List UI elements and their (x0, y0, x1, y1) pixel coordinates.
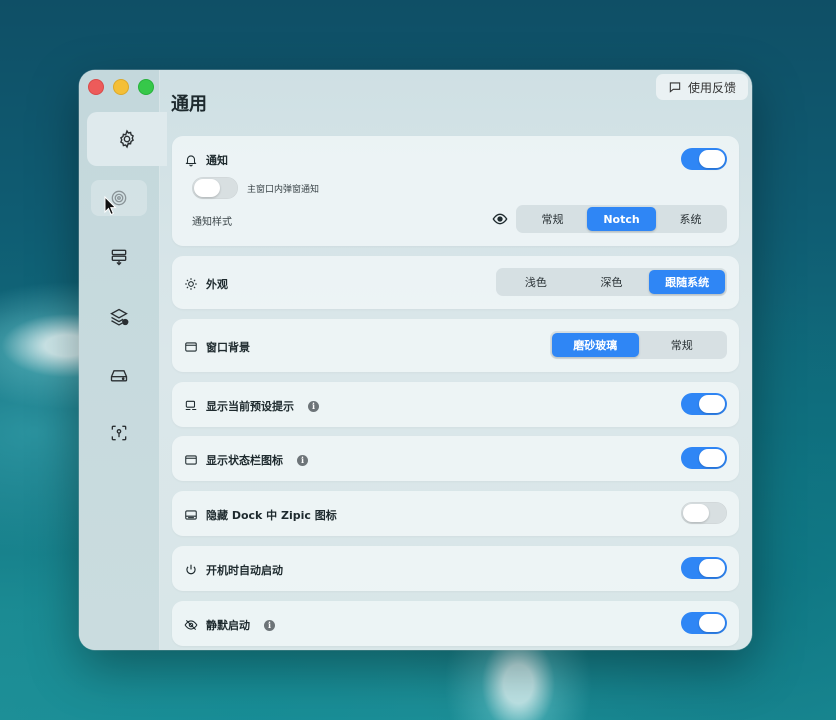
silent-launch-label: 静默启动 (206, 619, 250, 632)
main-content: 通用 使用反馈 通知 主窗口内弹窗通知 通知样式 常规 Notch 系统 外观 … (159, 70, 752, 650)
power-icon (186, 564, 196, 575)
window-background-normal[interactable]: 常规 (639, 333, 726, 357)
window-background-segmented: 磨砂玻璃 常规 (550, 331, 727, 359)
stack-download-icon (111, 249, 127, 266)
notifications-card: 通知 主窗口内弹窗通知 通知样式 常规 Notch 系统 (172, 136, 739, 246)
window-background-card: 窗口背景 磨砂玻璃 常规 (172, 319, 739, 372)
sun-icon (185, 278, 197, 290)
appearance-segmented: 浅色 深色 跟随系统 (496, 268, 727, 296)
info-icon[interactable]: i (308, 400, 319, 412)
show-statusbar-icon-row-title: 显示状态栏图标 i (184, 452, 308, 468)
appearance-dark[interactable]: 深色 (574, 270, 650, 294)
appearance-system[interactable]: 跟随系统 (649, 270, 726, 294)
window-background-frosted[interactable]: 磨砂玻璃 (552, 333, 639, 357)
window-background-row-title: 窗口背景 (184, 339, 250, 355)
show-statusbar-icon-toggle[interactable] (681, 447, 727, 469)
notifications-row-title: 通知 (184, 152, 228, 168)
launch-at-login-label: 开机时自动启动 (206, 564, 283, 577)
scan-icon (111, 425, 127, 441)
sidebar-item-storage[interactable] (87, 348, 151, 402)
silent-launch-toggle[interactable] (681, 612, 727, 634)
chat-bubble-icon (669, 82, 681, 93)
show-preset-hint-card: 显示当前预设提示 i (172, 382, 739, 427)
hide-dock-icon-toggle[interactable] (681, 502, 727, 524)
dock-icon (185, 510, 197, 520)
zoom-window-button[interactable] (138, 79, 154, 95)
hide-dock-icon-row-title: 隐藏 Dock 中 Zipic 图标 (184, 507, 337, 523)
notification-style-segmented: 常规 Notch 系统 (516, 205, 727, 233)
layers-icon (110, 308, 129, 326)
show-preset-hint-row-title: 显示当前预设提示 i (184, 398, 319, 414)
main-window-popup-toggle[interactable] (192, 177, 238, 199)
silent-launch-card: 静默启动 i (172, 601, 739, 646)
hide-dock-icon-card: 隐藏 Dock 中 Zipic 图标 (172, 491, 739, 536)
sidebar-item-layers[interactable] (87, 290, 151, 344)
notifications-label: 通知 (206, 154, 228, 167)
notification-style-system[interactable]: 系统 (656, 207, 725, 231)
sidebar-item-compression[interactable] (91, 180, 147, 216)
monitor-icon (185, 400, 197, 411)
feedback-label: 使用反馈 (687, 80, 736, 95)
eye-preview-icon[interactable] (492, 211, 508, 227)
launch-at-login-toggle[interactable] (681, 557, 727, 579)
info-icon[interactable]: i (297, 454, 308, 466)
hide-dock-icon-label: 隐藏 Dock 中 Zipic 图标 (206, 509, 337, 522)
sidebar (79, 70, 167, 650)
main-window-popup-label: 主窗口内弹窗通知 (247, 185, 320, 195)
launch-at-login-card: 开机时自动启动 (172, 546, 739, 591)
notification-style-notch[interactable]: Notch (587, 207, 656, 231)
appearance-light[interactable]: 浅色 (498, 270, 574, 294)
gear-icon (120, 129, 134, 149)
show-preset-hint-toggle[interactable] (681, 393, 727, 415)
settings-window: 通用 使用反馈 通知 主窗口内弹窗通知 通知样式 常规 Notch 系统 外观 … (79, 70, 752, 650)
sidebar-item-presets[interactable] (87, 230, 151, 284)
minimize-window-button[interactable] (113, 79, 129, 95)
window-icon (185, 342, 197, 352)
traffic-lights (88, 79, 154, 95)
drive-icon (110, 370, 128, 382)
page-title: 通用 (171, 94, 207, 115)
notification-style-normal[interactable]: 常规 (518, 207, 587, 231)
close-window-button[interactable] (88, 79, 104, 95)
mouse-pointer-icon (104, 196, 117, 216)
show-statusbar-icon-card: 显示状态栏图标 i (172, 436, 739, 481)
feedback-button[interactable]: 使用反馈 (655, 74, 748, 100)
silent-launch-row-title: 静默启动 i (184, 617, 275, 633)
launch-at-login-row-title: 开机时自动启动 (184, 562, 283, 578)
sidebar-item-scan[interactable] (87, 406, 151, 460)
notifications-toggle[interactable] (681, 148, 727, 170)
show-statusbar-icon-label: 显示状态栏图标 (206, 454, 283, 467)
show-preset-hint-label: 显示当前预设提示 (206, 400, 294, 413)
eye-slash-icon (184, 619, 198, 631)
appearance-label: 外观 (206, 278, 228, 291)
sidebar-item-general[interactable] (87, 112, 167, 166)
info-icon[interactable]: i (264, 619, 275, 631)
appearance-card: 外观 浅色 深色 跟随系统 (172, 256, 739, 309)
appearance-row-title: 外观 (184, 276, 228, 292)
bell-icon (185, 155, 197, 167)
notification-style-label: 通知样式 (192, 217, 232, 228)
menubar-icon (185, 455, 197, 465)
window-background-label: 窗口背景 (206, 341, 250, 354)
